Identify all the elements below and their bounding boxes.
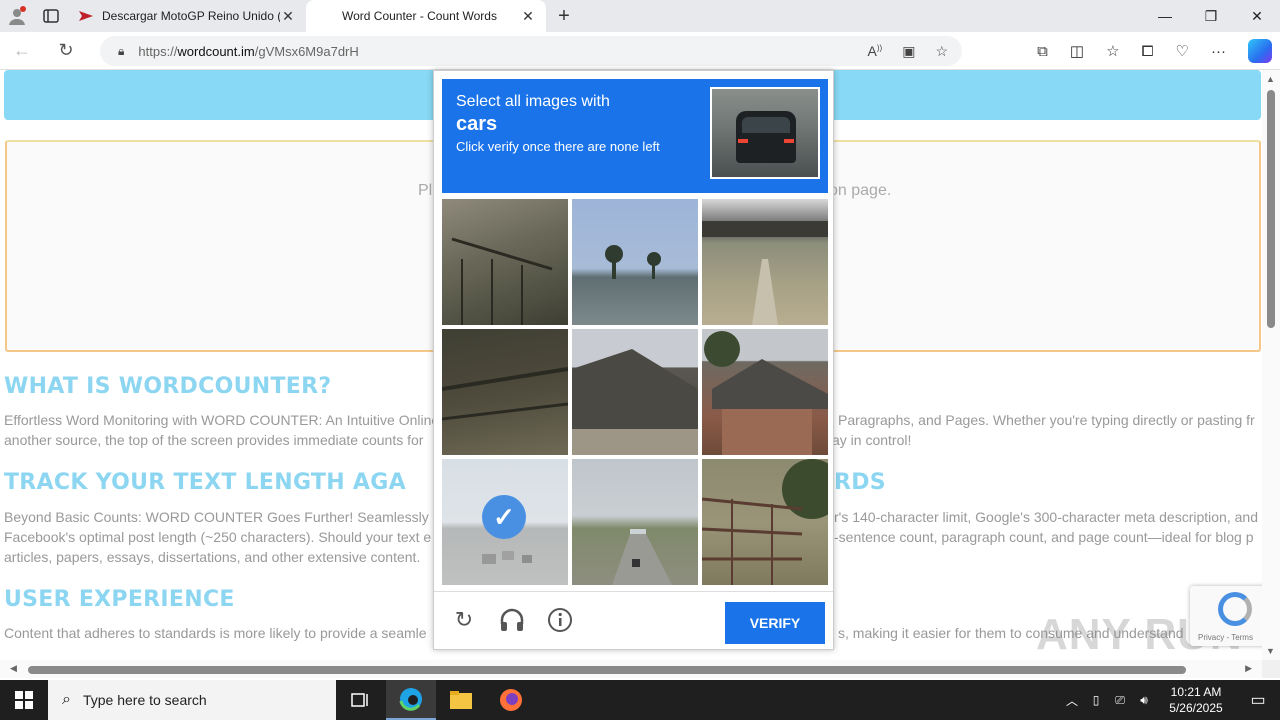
- firefox-icon[interactable]: [486, 680, 536, 720]
- network-icon[interactable]: ⎚: [1108, 693, 1132, 708]
- read-aloud-icon[interactable]: A)): [868, 43, 883, 59]
- horizontal-scrollbar[interactable]: ◀ ▶: [0, 660, 1262, 678]
- scroll-thumb[interactable]: [1267, 90, 1275, 328]
- scroll-thumb[interactable]: [28, 666, 1186, 674]
- tab-title: Descargar MotoGP Reino Unido (: [102, 9, 280, 23]
- clock-time: 10:21 AM: [1170, 685, 1222, 699]
- text-fragment: -sentence count, paragraph count, and pa…: [834, 529, 1254, 545]
- notifications-icon[interactable]: ▭: [1236, 690, 1280, 710]
- captcha-tile[interactable]: [702, 199, 828, 325]
- address-bar[interactable]: 🔒︎ https://wordcount.im/gVMsx6M9a7drH A)…: [100, 36, 962, 66]
- close-window-icon[interactable]: ✕: [1234, 0, 1280, 32]
- immersive-reader-icon[interactable]: ▣: [902, 43, 915, 60]
- tab-word-counter[interactable]: Word Counter - Count Words ✕: [306, 0, 546, 32]
- captcha-tile[interactable]: [442, 329, 568, 455]
- close-tab-icon[interactable]: ✕: [520, 8, 536, 25]
- captcha-tile[interactable]: [572, 329, 698, 455]
- taskbar-search-box[interactable]: ⌕ Type here to search: [48, 680, 336, 720]
- address-toolbar: ← ↻ 🔒︎ https://wordcount.im/gVMsx6M9a7dr…: [0, 32, 1280, 70]
- system-tray: ︿ ▯ ⎚ 🔊︎ 10:21 AM 5/26/2025 ▭: [1060, 680, 1280, 720]
- url-host: wordcount.im: [177, 43, 255, 59]
- clock-date: 5/26/2025: [1169, 701, 1223, 715]
- lock-icon: 🔒︎: [118, 43, 125, 58]
- text-fragment: Content that adheres to standards is mor…: [4, 625, 427, 641]
- text-fragment: Paragraphs, and Pages. Whether you're ty…: [838, 412, 1255, 428]
- checkmark-icon: ✓: [482, 495, 526, 539]
- copilot-icon[interactable]: [1248, 39, 1272, 63]
- tab-title: Word Counter - Count Words: [342, 9, 497, 23]
- windows-taskbar: ⌕ Type here to search ︿ ▯ ⎚ 🔊︎ 10:21 AM …: [0, 680, 1280, 720]
- captcha-sample-image: [710, 87, 820, 179]
- extensions-icon[interactable]: ⧉: [1037, 43, 1048, 60]
- clock[interactable]: 10:21 AM 5/26/2025: [1156, 684, 1236, 716]
- captcha-header: Select all images with cars Click verify…: [442, 79, 828, 193]
- search-placeholder: Type here to search: [82, 692, 207, 708]
- audio-headphones-icon[interactable]: [498, 606, 526, 634]
- heading-what-is: WHAT IS WORDCOUNTER?: [4, 374, 332, 399]
- refresh-icon[interactable]: ↻: [44, 40, 88, 61]
- captcha-tile-overlay: ✓: [442, 459, 568, 585]
- windows-start-icon[interactable]: [0, 680, 48, 720]
- url-prefix: https://: [138, 43, 178, 59]
- heading-track-length: TRACK YOUR TEXT LENGTH AGA RDS: [4, 470, 886, 495]
- scroll-up-icon[interactable]: ▲: [1266, 74, 1275, 84]
- text-fragment: Facebook's optimal post length (~250 cha…: [4, 529, 432, 545]
- edge-browser-icon[interactable]: [386, 680, 436, 720]
- captcha-tile[interactable]: [442, 199, 568, 325]
- back-icon[interactable]: ←: [0, 40, 44, 61]
- scroll-right-icon[interactable]: ▶: [1245, 663, 1252, 674]
- text-fragment: ay in control!: [832, 432, 912, 448]
- scroll-corner: [1262, 660, 1280, 678]
- browser-essentials-icon[interactable]: ♡: [1176, 42, 1189, 60]
- browser-tab-strip: Descargar MotoGP Reino Unido ( ✕ Word Co…: [0, 0, 1280, 32]
- heading-fragment: RDS: [834, 470, 886, 495]
- search-icon: ⌕: [62, 691, 71, 708]
- captcha-image-grid: ✓: [442, 199, 828, 585]
- favorites-icon[interactable]: ☆: [1106, 42, 1119, 60]
- volume-icon[interactable]: 🔊︎: [1132, 693, 1156, 708]
- car-image: [736, 111, 796, 163]
- info-icon[interactable]: [546, 606, 574, 634]
- more-menu-icon[interactable]: ···: [1211, 43, 1226, 60]
- split-screen-icon[interactable]: ◫: [1070, 42, 1084, 60]
- captcha-target: cars: [456, 113, 498, 135]
- new-tab-icon[interactable]: +: [546, 5, 582, 28]
- restore-icon[interactable]: ❐: [1188, 0, 1234, 32]
- text-fragment: Beyond Basic Counts: WORD COUNTER Goes F…: [4, 509, 429, 525]
- captcha-footer: ↻ VERIFY: [434, 591, 833, 649]
- scroll-left-icon[interactable]: ◀: [10, 663, 17, 674]
- reload-icon[interactable]: ↻: [450, 606, 478, 634]
- tab-motogp[interactable]: Descargar MotoGP Reino Unido ( ✕: [68, 0, 306, 32]
- url-path: /gVMsx6M9a7drH: [254, 43, 359, 59]
- recaptcha-logo-icon: [1218, 592, 1252, 626]
- close-tab-icon[interactable]: ✕: [280, 8, 296, 25]
- heading-user-experience: USER EXPERIENCE: [4, 587, 235, 612]
- text-fragment: r's 140-character limit, Google's 300-ch…: [834, 509, 1258, 525]
- captcha-tile[interactable]: [702, 459, 828, 585]
- heading-fragment: TRACK YOUR TEXT LENGTH AGA: [4, 470, 406, 495]
- captcha-tile[interactable]: [702, 329, 828, 455]
- collections-icon[interactable]: ⧠: [1142, 43, 1154, 60]
- battery-icon[interactable]: ▯: [1084, 693, 1108, 707]
- tab-actions-icon[interactable]: [34, 0, 68, 32]
- text-fragment: Effortless Word Monitoring with WORD COU…: [4, 412, 440, 428]
- captcha-tile[interactable]: [572, 459, 698, 585]
- file-explorer-icon[interactable]: [436, 680, 486, 720]
- captcha-tile[interactable]: [572, 199, 698, 325]
- scroll-down-icon[interactable]: ▼: [1266, 646, 1275, 656]
- task-view-icon[interactable]: [336, 680, 386, 720]
- captcha-hint: Click verify once there are none left: [456, 139, 660, 154]
- minimize-icon[interactable]: —: [1142, 0, 1188, 32]
- verify-button[interactable]: VERIFY: [725, 602, 825, 644]
- recaptcha-links[interactable]: Privacy - Terms: [1198, 633, 1253, 642]
- text-fragment: another source, the top of the screen pr…: [4, 432, 424, 448]
- tray-overflow-icon[interactable]: ︿: [1060, 692, 1084, 709]
- favorite-star-icon[interactable]: ☆: [935, 43, 948, 60]
- captcha-instruction: Select all images with: [456, 93, 610, 110]
- motogp-favicon-icon: [79, 11, 93, 21]
- vertical-scrollbar[interactable]: ▲ ▼: [1262, 70, 1280, 660]
- profile-icon[interactable]: [0, 0, 34, 32]
- editor-placeholder-right: on page.: [829, 182, 892, 199]
- image-captcha-dialog: Select all images with cars Click verify…: [433, 70, 834, 650]
